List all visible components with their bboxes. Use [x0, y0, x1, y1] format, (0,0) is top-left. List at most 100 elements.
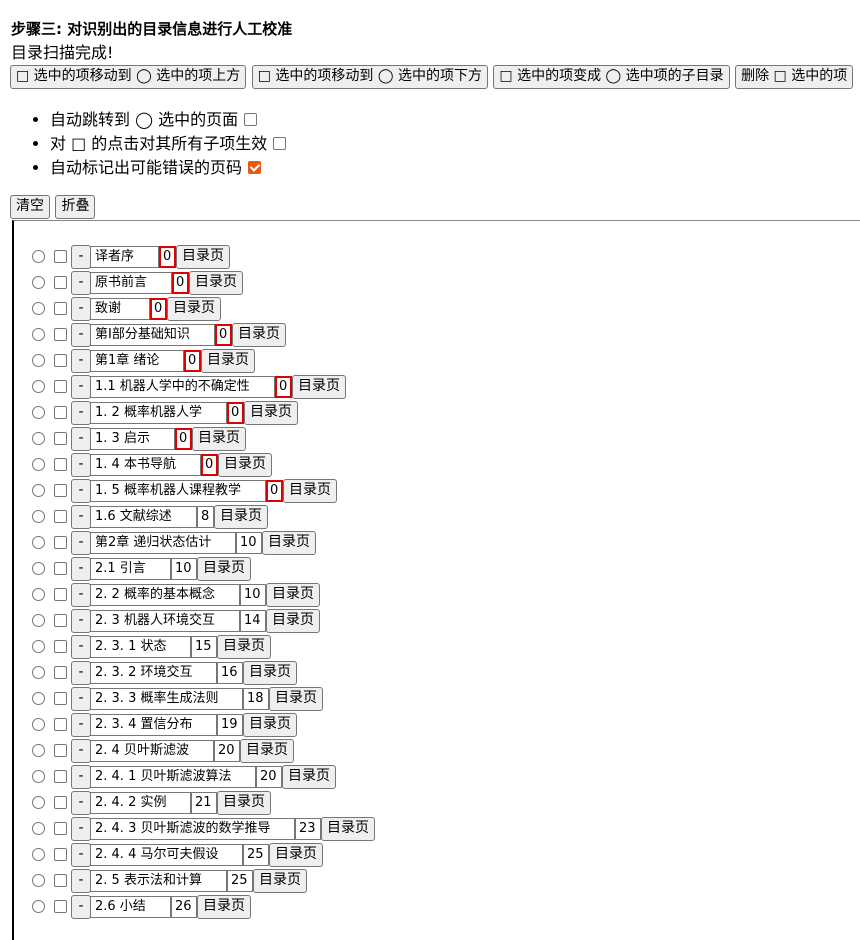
row-page-input[interactable]: 10	[171, 558, 197, 580]
row-radio[interactable]	[32, 432, 45, 445]
toc-page-button[interactable]: 目录页	[197, 557, 251, 581]
collapse-row-button[interactable]: -	[71, 297, 91, 321]
toc-page-button[interactable]: 目录页	[197, 895, 251, 919]
row-radio[interactable]	[32, 562, 45, 575]
row-page-input[interactable]: 0	[227, 402, 244, 424]
toc-page-button[interactable]: 目录页	[217, 791, 271, 815]
row-radio[interactable]	[32, 328, 45, 341]
row-title-input[interactable]: 2. 4. 4 马尔可夫假设	[90, 844, 243, 866]
row-checkbox[interactable]	[54, 718, 67, 731]
collapse-row-button[interactable]: -	[71, 583, 91, 607]
row-page-input[interactable]: 14	[240, 610, 266, 632]
auto-jump-checkbox[interactable]	[244, 113, 258, 126]
row-radio[interactable]	[32, 822, 45, 835]
row-radio[interactable]	[32, 484, 45, 497]
row-title-input[interactable]: 1.6 文献综述	[90, 506, 197, 528]
row-title-input[interactable]: 2. 5 表示法和计算	[90, 870, 227, 892]
row-title-input[interactable]: 2. 2 概率的基本概念	[90, 584, 240, 606]
row-title-input[interactable]: 原书前言	[90, 272, 172, 294]
toc-page-button[interactable]: 目录页	[292, 375, 346, 399]
toc-page-button[interactable]: 目录页	[217, 635, 271, 659]
delete-button[interactable]: 删除 □ 选中的项	[735, 65, 854, 89]
row-page-input[interactable]: 21	[191, 792, 217, 814]
row-page-input[interactable]: 16	[217, 662, 243, 684]
row-checkbox[interactable]	[54, 588, 67, 601]
row-title-input[interactable]: 2. 4 贝叶斯滤波	[90, 740, 214, 762]
row-page-input[interactable]: 10	[240, 584, 266, 606]
row-checkbox[interactable]	[54, 744, 67, 757]
toc-page-button[interactable]: 目录页	[266, 583, 320, 607]
toc-page-button[interactable]: 目录页	[192, 427, 246, 451]
row-radio[interactable]	[32, 718, 45, 731]
row-radio[interactable]	[32, 640, 45, 653]
row-radio[interactable]	[32, 354, 45, 367]
collapse-row-button[interactable]: -	[71, 453, 91, 477]
row-page-input[interactable]: 26	[171, 896, 197, 918]
row-radio[interactable]	[32, 536, 45, 549]
row-title-input[interactable]: 2. 3 机器人环境交互	[90, 610, 240, 632]
toc-page-button[interactable]: 目录页	[282, 765, 336, 789]
apply-children-checkbox[interactable]	[273, 137, 287, 150]
toc-page-button[interactable]: 目录页	[243, 661, 297, 685]
row-title-input[interactable]: 2. 4. 3 贝叶斯滤波的数学推导	[90, 818, 295, 840]
row-checkbox[interactable]	[54, 640, 67, 653]
row-page-input[interactable]: 0	[275, 376, 292, 398]
row-page-input[interactable]: 0	[175, 428, 192, 450]
row-radio[interactable]	[32, 588, 45, 601]
row-title-input[interactable]: 2.1 引言	[90, 558, 171, 580]
row-title-input[interactable]: 译者序	[90, 246, 159, 268]
toc-page-button[interactable]: 目录页	[232, 323, 286, 347]
row-page-input[interactable]: 0	[150, 298, 167, 320]
toc-page-button[interactable]: 目录页	[167, 297, 221, 321]
row-checkbox[interactable]	[54, 536, 67, 549]
row-page-input[interactable]: 18	[243, 688, 269, 710]
row-checkbox[interactable]	[54, 432, 67, 445]
toc-page-button[interactable]: 目录页	[262, 531, 316, 555]
collapse-row-button[interactable]: -	[71, 713, 91, 737]
row-radio[interactable]	[32, 614, 45, 627]
collapse-row-button[interactable]: -	[71, 427, 91, 451]
row-page-input[interactable]: 25	[227, 870, 253, 892]
row-title-input[interactable]: 第1章 绪论	[90, 350, 184, 372]
row-radio[interactable]	[32, 406, 45, 419]
row-title-input[interactable]: 2. 3. 4 置信分布	[90, 714, 217, 736]
row-radio[interactable]	[32, 276, 45, 289]
row-page-input[interactable]: 0	[184, 350, 201, 372]
row-checkbox[interactable]	[54, 692, 67, 705]
collapse-row-button[interactable]: -	[71, 349, 91, 373]
row-radio[interactable]	[32, 744, 45, 757]
row-page-input[interactable]: 0	[201, 454, 218, 476]
row-checkbox[interactable]	[54, 328, 67, 341]
move-down-button[interactable]: □ 选中的项移动到 ◯ 选中的项下方	[251, 65, 488, 89]
collapse-row-button[interactable]: -	[71, 531, 91, 555]
collapse-button[interactable]: 折叠	[55, 195, 96, 219]
collapse-row-button[interactable]: -	[71, 869, 91, 893]
row-checkbox[interactable]	[54, 354, 67, 367]
row-radio[interactable]	[32, 666, 45, 679]
toc-page-button[interactable]: 目录页	[189, 271, 243, 295]
collapse-row-button[interactable]: -	[71, 791, 91, 815]
row-title-input[interactable]: 2. 4. 1 贝叶斯滤波算法	[90, 766, 256, 788]
row-radio[interactable]	[32, 510, 45, 523]
collapse-row-button[interactable]: -	[71, 609, 91, 633]
row-radio[interactable]	[32, 458, 45, 471]
clear-button[interactable]: 清空	[10, 195, 50, 219]
toc-page-button[interactable]: 目录页	[218, 453, 272, 477]
row-radio[interactable]	[32, 302, 45, 315]
row-title-input[interactable]: 致谢	[90, 298, 150, 320]
collapse-row-button[interactable]: -	[71, 635, 91, 659]
row-checkbox[interactable]	[54, 614, 67, 627]
row-title-input[interactable]: 1. 3 启示	[90, 428, 175, 450]
row-checkbox[interactable]	[54, 796, 67, 809]
row-page-input[interactable]: 10	[236, 532, 262, 554]
row-page-input[interactable]: 0	[159, 246, 176, 268]
toc-page-button[interactable]: 目录页	[283, 479, 337, 503]
toc-page-button[interactable]: 目录页	[214, 505, 268, 529]
row-radio[interactable]	[32, 250, 45, 263]
collapse-row-button[interactable]: -	[71, 739, 91, 763]
row-checkbox[interactable]	[54, 458, 67, 471]
collapse-row-button[interactable]: -	[71, 687, 91, 711]
row-page-input[interactable]: 0	[266, 480, 283, 502]
row-page-input[interactable]: 15	[191, 636, 217, 658]
row-title-input[interactable]: 2. 3. 1 状态	[90, 636, 191, 658]
